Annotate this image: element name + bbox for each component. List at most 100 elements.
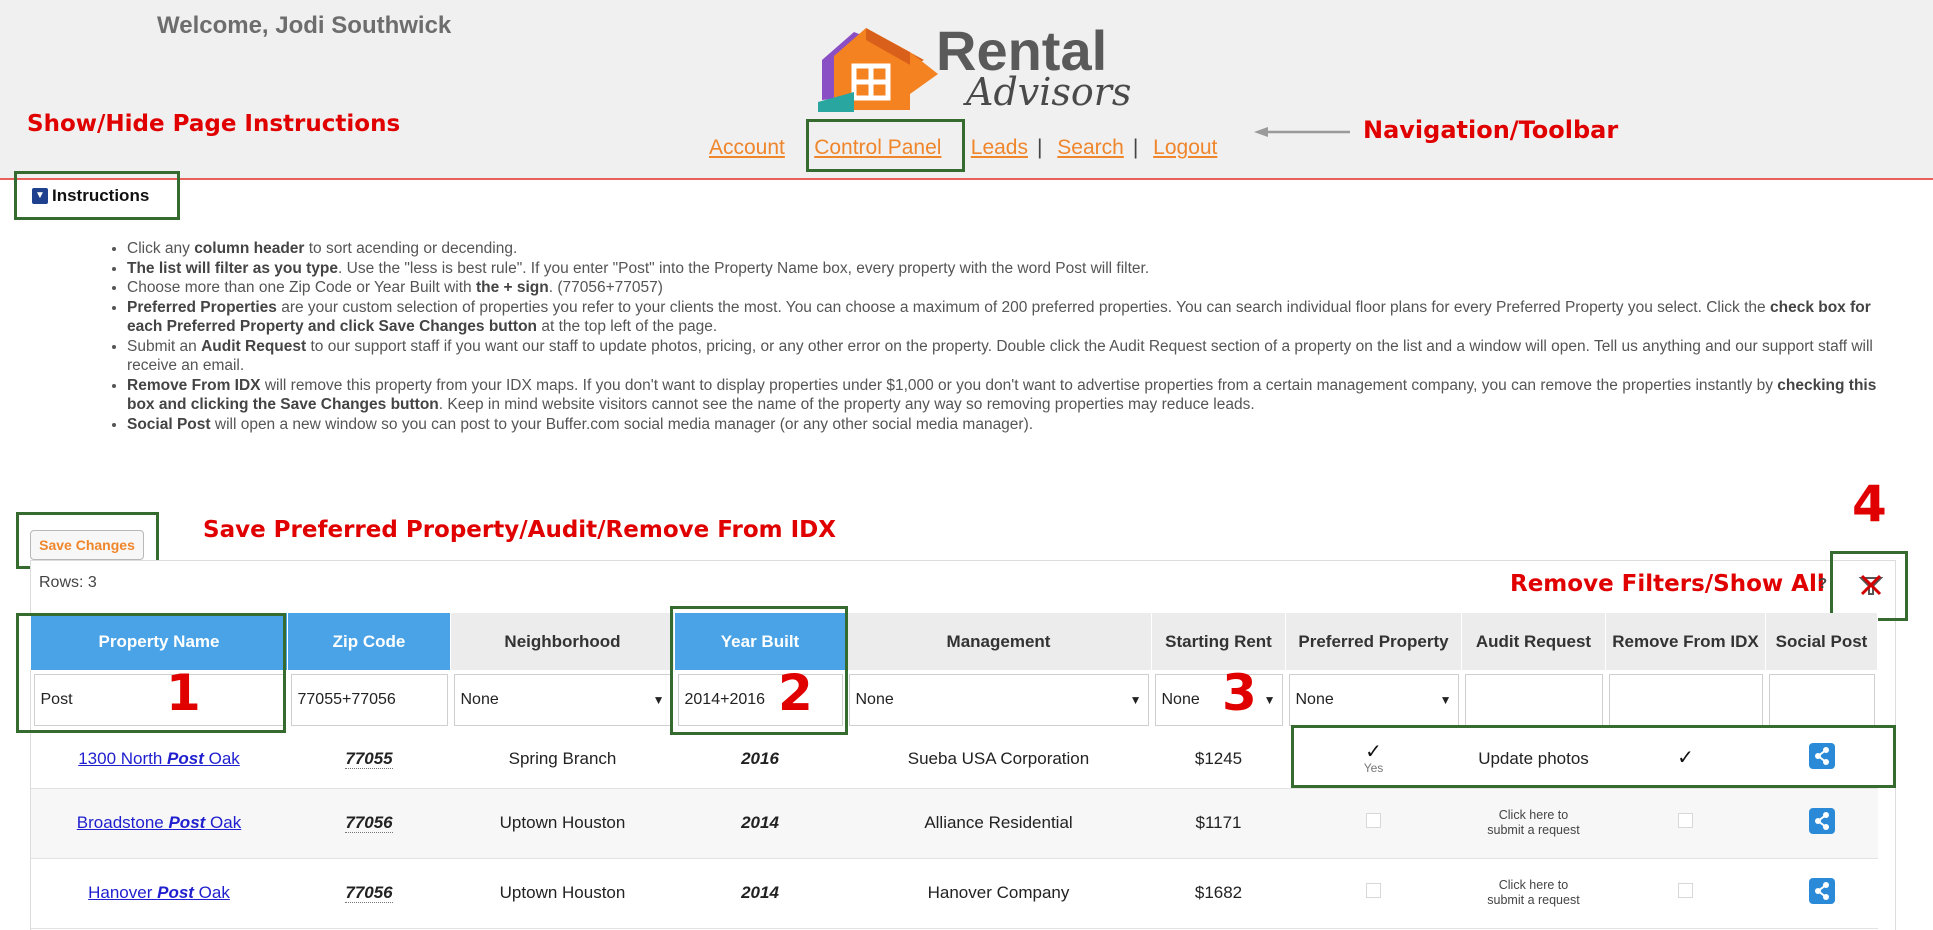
- table-header-row: Property Name Zip Code Neighborhood Year…: [30, 613, 1878, 670]
- nav-separator: |: [1036, 136, 1043, 159]
- rows-count: Rows: 3: [39, 574, 97, 591]
- property-name-match: Post: [168, 813, 206, 832]
- annotation-show-hide-instructions: Show/Hide Page Instructions: [27, 111, 401, 137]
- highlight-box-year-built: [670, 606, 848, 735]
- filter-value: 77055+77056: [297, 691, 396, 708]
- instruction-text: will open a new window so you can post t…: [210, 415, 1034, 433]
- filter-social-post-input[interactable]: [1768, 674, 1875, 726]
- rental-advisors-logo[interactable]: Rental Advisors: [814, 18, 1144, 114]
- management-value: Hanover Company: [845, 858, 1152, 929]
- annotation-remove-filters: Remove Filters/Show All: [1510, 571, 1825, 597]
- filter-value: None: [855, 691, 894, 708]
- header-starting-rent[interactable]: Starting Rent: [1151, 613, 1286, 670]
- arrow-left-icon: [1254, 127, 1350, 137]
- instruction-emphasis: column header: [194, 240, 305, 257]
- filter-value: None: [1161, 691, 1200, 708]
- instruction-text: Click any: [127, 240, 195, 257]
- property-name-match: Post: [157, 883, 194, 902]
- nav-separator: |: [1132, 136, 1139, 159]
- header-audit-request[interactable]: Audit Request: [1461, 613, 1606, 670]
- remove-from-idx-checkbox[interactable]: [1678, 883, 1693, 898]
- instruction-text: . Use the "less is best rule". If you en…: [338, 259, 1150, 277]
- highlight-box-property-name: [16, 613, 286, 733]
- starting-rent-value: $1682: [1151, 858, 1286, 929]
- filter-starting-rent-select[interactable]: None ▼: [1154, 674, 1283, 726]
- property-name-text: Hanover: [88, 883, 158, 902]
- management-value: Alliance Residential: [845, 788, 1152, 859]
- nav-logout-link[interactable]: Logout: [1153, 136, 1217, 159]
- filter-preferred-property-select[interactable]: None ▼: [1288, 674, 1459, 726]
- filter-row: Post 77055+77056 None ▼ 2014+2016 None ▼ N…: [31, 670, 1878, 730]
- remove-from-idx-checkbox[interactable]: [1678, 813, 1693, 828]
- neighborhood-value: Spring Branch: [450, 730, 675, 789]
- instruction-item: Preferred Properties are your custom sel…: [127, 298, 1897, 337]
- audit-request-link[interactable]: Click here to submit a request: [1461, 858, 1606, 929]
- share-icon[interactable]: [1808, 807, 1835, 834]
- instruction-text: . (77056+77057): [548, 279, 663, 296]
- page-header: Welcome, Jodi Southwick Rental Advisors …: [0, 0, 1933, 180]
- highlight-box-control-panel: [806, 119, 965, 172]
- save-changes-button[interactable]: Save Changes: [30, 530, 144, 560]
- dropdown-caret-icon: ▼: [1129, 693, 1142, 707]
- audit-request-text: Click here to: [1498, 878, 1569, 892]
- neighborhood-value: Uptown Houston: [450, 858, 675, 929]
- nav-search-link[interactable]: Search: [1057, 136, 1124, 159]
- starting-rent-value: $1171: [1151, 788, 1286, 859]
- instruction-text: at the top left of the page.: [537, 318, 718, 335]
- header-preferred-property[interactable]: Preferred Property: [1285, 613, 1462, 670]
- share-icon[interactable]: [1808, 877, 1835, 904]
- management-value: Sueba USA Corporation: [845, 730, 1152, 789]
- instruction-text: to our support staff if you want our sta…: [127, 337, 1873, 375]
- audit-request-text: submit a request: [1487, 823, 1580, 837]
- preferred-property-checkbox[interactable]: [1366, 813, 1381, 828]
- property-name-link[interactable]: Broadstone Post Oak: [77, 813, 241, 832]
- annotation-number-2: 2: [778, 664, 813, 722]
- instructions-label: Instructions: [52, 186, 150, 205]
- property-name-link[interactable]: 1300 North Post Oak: [78, 749, 240, 768]
- annotation-number-1: 1: [166, 664, 201, 722]
- zip-code-value: 77056: [345, 883, 393, 903]
- help-icon[interactable]: ?: [1818, 575, 1827, 592]
- annotation-number-4: 4: [1852, 475, 1887, 533]
- instruction-emphasis: Audit Request: [201, 337, 307, 355]
- property-name-text: 1300 North: [78, 748, 168, 768]
- collapse-triangle-icon: ▼: [32, 188, 48, 204]
- filter-management-select[interactable]: None ▼: [848, 674, 1149, 726]
- audit-request-link[interactable]: Click here to submit a request: [1461, 788, 1606, 859]
- instruction-emphasis: The list will filter as you type: [127, 259, 339, 277]
- table-row: Hanover Post Oak 77056 Uptown Houston 20…: [30, 858, 1878, 929]
- audit-request-text: Click here to: [1498, 808, 1569, 822]
- instruction-item: Social Post will open a new window so yo…: [127, 415, 1897, 435]
- header-neighborhood[interactable]: Neighborhood: [450, 613, 675, 670]
- header-management[interactable]: Management: [845, 613, 1152, 670]
- instruction-text: Choose more than one Zip Code or Year Bu…: [127, 279, 476, 296]
- house-logo-icon: [818, 28, 938, 112]
- instruction-text: are your custom selection of properties …: [276, 298, 1770, 316]
- dropdown-caret-icon: ▼: [1439, 693, 1452, 707]
- header-remove-from-idx[interactable]: Remove From IDX: [1605, 613, 1766, 670]
- header-social-post[interactable]: Social Post: [1765, 613, 1878, 670]
- filter-audit-request-input[interactable]: [1464, 674, 1603, 726]
- zip-code-value: 77055: [345, 748, 393, 769]
- instruction-item: Remove From IDX will remove this propert…: [127, 376, 1897, 415]
- instructions-toggle[interactable]: ▼ Instructions: [32, 186, 149, 206]
- instruction-text: . Keep in mind website visitors cannot s…: [438, 396, 1255, 413]
- audit-request-text: submit a request: [1487, 893, 1580, 907]
- header-zip-code[interactable]: Zip Code: [287, 613, 451, 670]
- filter-remove-from-idx-input[interactable]: [1608, 674, 1763, 726]
- filter-zip-code-input[interactable]: 77055+77056: [290, 674, 448, 726]
- nav-account-link[interactable]: Account: [709, 136, 785, 159]
- property-name-link[interactable]: Hanover Post Oak: [88, 883, 230, 902]
- instruction-text: Submit an: [127, 337, 202, 355]
- filter-neighborhood-select[interactable]: None ▼: [453, 674, 672, 726]
- property-name-text: Oak: [205, 813, 242, 832]
- instruction-item: Submit an Audit Request to our support s…: [127, 337, 1897, 376]
- year-built-value: 2016: [741, 748, 779, 768]
- dropdown-caret-icon: ▼: [652, 693, 665, 707]
- year-built-value: 2014: [741, 813, 779, 832]
- nav-leads-link[interactable]: Leads: [971, 136, 1028, 159]
- annotation-navigation-toolbar: Navigation/Toolbar: [1363, 116, 1619, 144]
- preferred-property-checkbox[interactable]: [1366, 883, 1381, 898]
- instruction-item: The list will filter as you type. Use th…: [127, 259, 1897, 279]
- property-name-text: Broadstone: [76, 813, 169, 832]
